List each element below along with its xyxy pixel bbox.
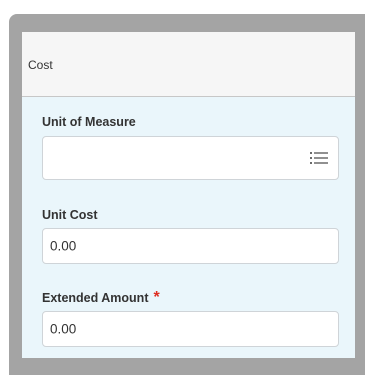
unit-of-measure-selector[interactable] <box>42 136 339 180</box>
unit-of-measure-label: Unit of Measure <box>42 115 136 129</box>
unit-cost-input[interactable]: 0.00 <box>42 228 339 264</box>
extended-amount-value: 0.00 <box>50 321 77 337</box>
cost-panel: Cost Unit of Measure Unit Cost 0.00 Exte… <box>22 32 355 358</box>
extended-amount-label-text: Extended Amount <box>42 291 149 305</box>
section-title: Cost <box>28 58 53 72</box>
extended-amount-label: Extended Amount * <box>42 290 160 306</box>
unit-cost-label: Unit Cost <box>42 208 98 222</box>
extended-amount-input[interactable]: 0.00 <box>42 311 339 347</box>
unit-cost-label-text: Unit Cost <box>42 208 98 222</box>
list-icon[interactable] <box>310 151 328 165</box>
required-asterisk: * <box>153 289 160 306</box>
unit-cost-value: 0.00 <box>50 238 77 254</box>
panel-header: Cost <box>22 32 355 97</box>
unit-of-measure-label-text: Unit of Measure <box>42 115 136 129</box>
